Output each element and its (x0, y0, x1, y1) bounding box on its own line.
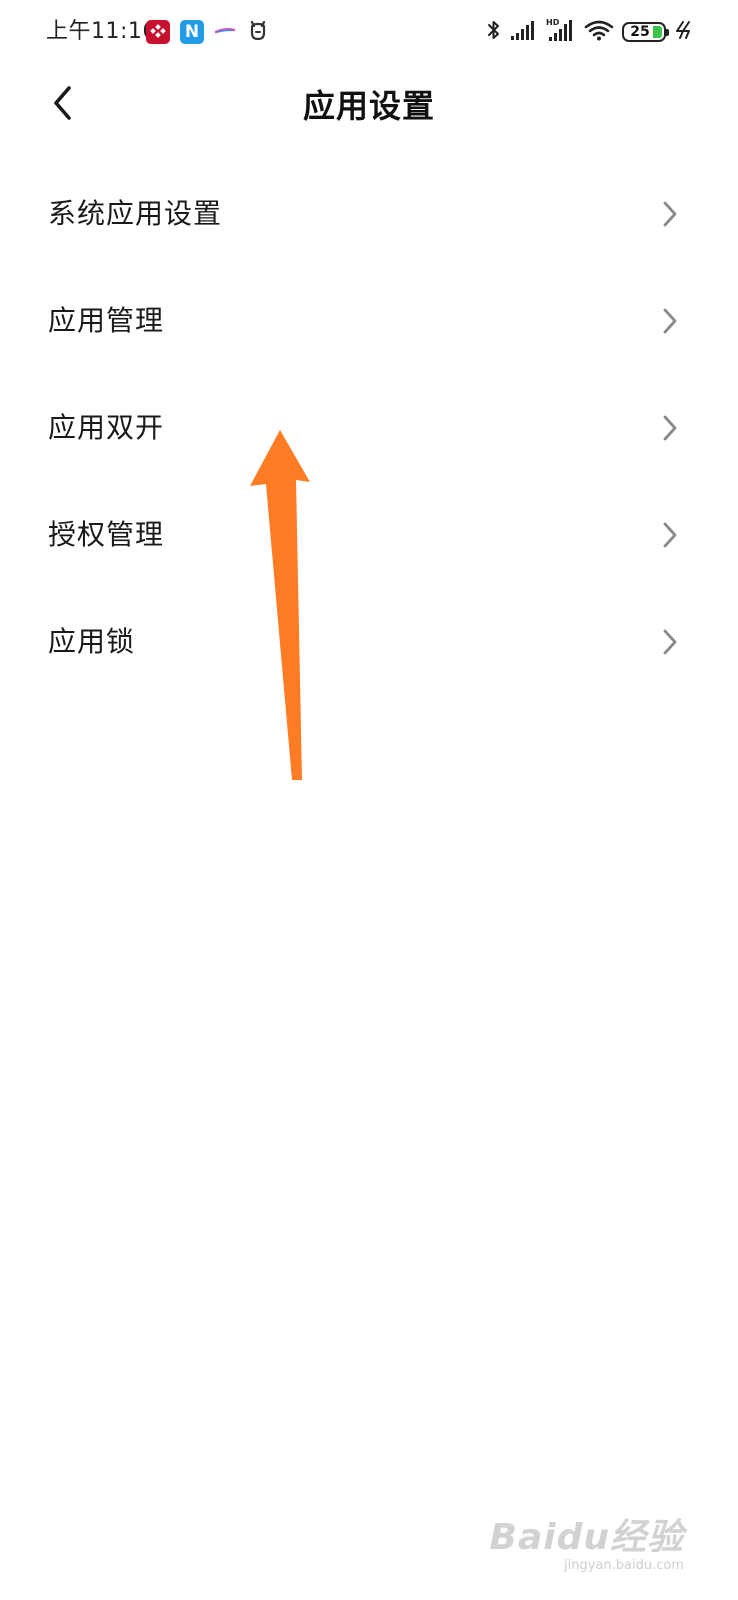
charging-icon (674, 18, 692, 46)
app-feather-icon (214, 18, 236, 46)
chevron-right-icon (660, 520, 680, 550)
settings-item-label: 应用双开 (48, 410, 165, 444)
settings-item-dual-apps[interactable]: 应用双开 (0, 374, 738, 481)
app-n-icon: N (180, 20, 204, 44)
chevron-right-icon (660, 306, 680, 336)
watermark-url: jingyan.baidu.com (564, 1558, 684, 1573)
status-time: 上午11:16 (46, 19, 157, 44)
settings-item-label: 系统应用设置 (48, 196, 223, 230)
settings-item-app-lock[interactable]: 应用锁 (0, 588, 738, 695)
settings-item-label: 应用管理 (48, 303, 165, 337)
settings-item-system-app-settings[interactable]: 系统应用设置 (0, 160, 738, 267)
system-status-icons: HD 25 (486, 17, 692, 47)
signal-icon (510, 18, 538, 46)
battery-fill (653, 26, 662, 38)
wifi-icon (584, 18, 614, 46)
watermark: Baidu经验 jingyan.baidu.com (490, 1518, 684, 1574)
bluetooth-icon (486, 18, 502, 46)
app-red-checker-icon (146, 20, 170, 44)
chevron-right-icon (660, 413, 680, 443)
chevron-right-icon (660, 199, 680, 229)
hd-signal-icon: HD (546, 17, 576, 47)
settings-item-permissions[interactable]: 授权管理 (0, 481, 738, 588)
settings-item-label: 授权管理 (48, 517, 165, 551)
status-bar: 上午11:16 N HD 25 (0, 0, 738, 66)
settings-item-app-management[interactable]: 应用管理 (0, 267, 738, 374)
settings-item-label: 应用锁 (48, 624, 136, 658)
notification-icons: N (146, 18, 270, 46)
svg-text:HD: HD (546, 18, 560, 27)
chevron-right-icon (660, 627, 680, 657)
app-mascot-icon (246, 18, 270, 46)
settings-list: 系统应用设置 应用管理 应用双开 授权管理 应用锁 (0, 160, 738, 695)
battery-level: 25 (630, 24, 650, 40)
battery-icon: 25 (622, 22, 669, 42)
title-bar: 应用设置 (0, 66, 738, 146)
page-title: 应用设置 (302, 87, 435, 125)
watermark-logo: Baidu经验 (489, 1517, 684, 1558)
